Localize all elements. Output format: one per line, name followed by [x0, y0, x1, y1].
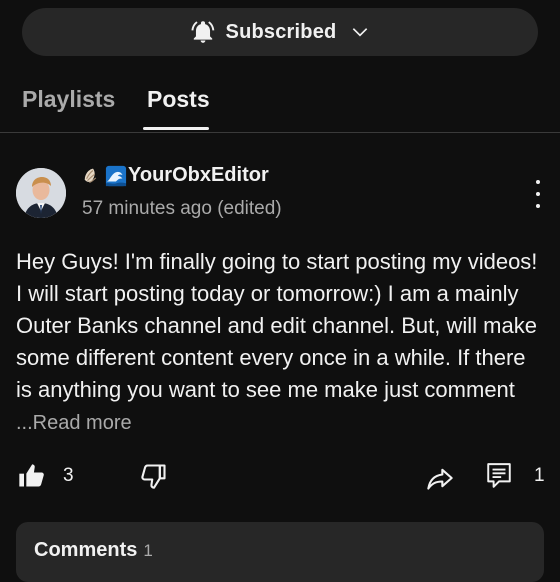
bell-ringing-icon — [190, 19, 216, 45]
author-name[interactable]: YourObxEditor — [82, 164, 269, 187]
tab-playlists[interactable]: Playlists — [22, 86, 115, 113]
more-options-icon[interactable] — [532, 180, 544, 208]
like-button[interactable]: 3 — [17, 462, 74, 490]
dislike-button[interactable] — [140, 462, 168, 490]
channel-tabs: Playlists Posts — [0, 70, 560, 133]
subscribed-label: Subscribed — [225, 20, 337, 43]
active-tab-indicator — [143, 127, 209, 130]
shell-icon — [82, 165, 104, 187]
chevron-down-icon — [350, 22, 370, 42]
comments-count: 1 — [143, 541, 153, 560]
share-button[interactable] — [426, 464, 454, 492]
wave-icon — [105, 165, 127, 187]
like-count: 3 — [63, 465, 74, 486]
comment-count: 1 — [534, 465, 545, 486]
share-icon — [426, 464, 454, 492]
thumbs-up-icon — [17, 462, 45, 490]
author-label: YourObxEditor — [128, 164, 269, 186]
comments-section[interactable]: Comments 1 — [16, 522, 544, 582]
tab-posts[interactable]: Posts — [147, 86, 210, 113]
comments-title: Comments — [34, 539, 138, 561]
read-more-link[interactable]: ...Read more — [16, 412, 132, 434]
post-timestamp: 57 minutes ago (edited) — [82, 198, 282, 219]
thumbs-down-icon — [140, 462, 168, 490]
post-body: Hey Guys! I'm finally going to start pos… — [16, 246, 546, 439]
comment-icon — [486, 462, 512, 490]
avatar[interactable] — [16, 168, 66, 218]
comments-header: Comments 1 — [34, 539, 153, 562]
comment-button[interactable]: 1 — [486, 462, 545, 490]
post-text: Hey Guys! I'm finally going to start pos… — [16, 249, 538, 402]
subscribed-button[interactable]: Subscribed — [22, 8, 538, 56]
